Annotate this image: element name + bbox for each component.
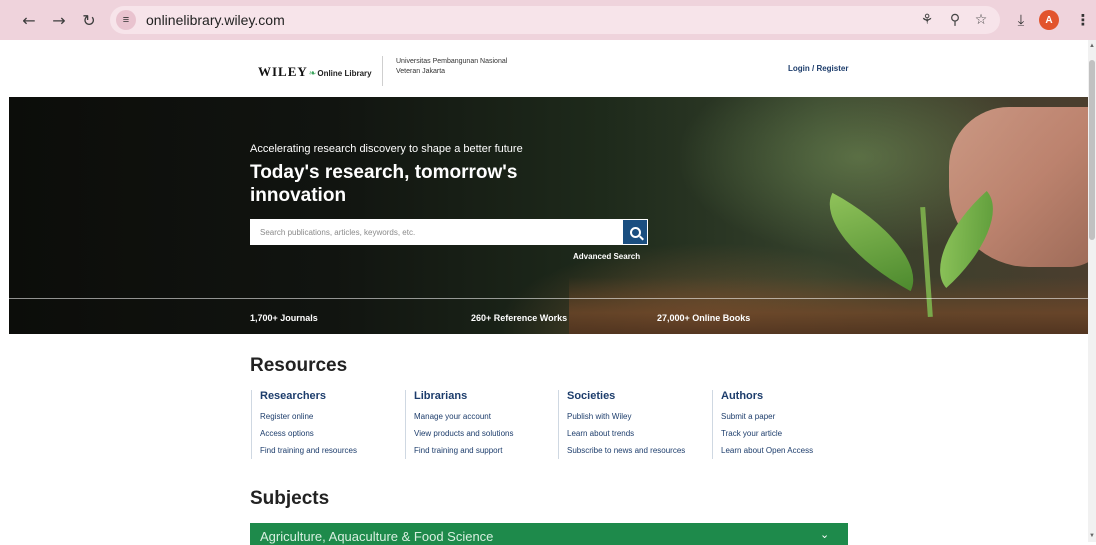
stat-reference-works[interactable]: 260+ Reference Works [471,313,567,323]
hero-banner: Accelerating research discovery to shape… [9,97,1088,334]
wiley-logo[interactable]: WILEY ❧ Online Library [258,64,372,80]
resources-column-librarians: Librarians Manage your account View prod… [405,390,555,459]
scroll-down-icon[interactable]: ▼ [1088,532,1096,540]
scroll-up-icon[interactable]: ▲ [1088,42,1096,50]
address-bar[interactable]: ≡ onlinelibrary.wiley.com ⚘ ⚲ ☆ [110,6,1000,34]
resource-link[interactable]: Track your article [721,425,862,442]
resource-link[interactable]: Submit a paper [721,408,862,425]
search-button[interactable] [622,219,648,245]
stat-journals[interactable]: 1,700+ Journals [250,313,318,323]
hero-tagline: Accelerating research discovery to shape… [250,143,523,155]
resource-link[interactable]: View products and solutions [414,425,555,442]
chevron-down-icon: ⌄ [820,528,830,541]
url-text[interactable]: onlinelibrary.wiley.com [146,12,285,28]
resources-heading: Resources [250,355,348,376]
search-input[interactable] [250,219,622,245]
hero-soil-graphic [569,277,1088,334]
resources-column-authors: Authors Submit a paper Track your articl… [712,390,862,459]
bookmark-star-icon[interactable]: ☆ [972,11,990,29]
advanced-search-link[interactable]: Advanced Search [573,252,640,261]
search-icon [629,226,641,238]
subjects-heading: Subjects [250,488,330,509]
resource-link[interactable]: Publish with Wiley [567,408,708,425]
column-heading[interactable]: Societies [567,390,708,402]
resource-link[interactable]: Learn about Open Access [721,442,862,459]
header-divider [382,56,383,86]
back-arrow-icon[interactable]: ← [16,7,42,33]
download-icon[interactable]: ⤓ [1010,9,1032,31]
resource-link[interactable]: Learn about trends [567,425,708,442]
login-register-link[interactable]: Login / Register [788,64,848,73]
site-settings-icon[interactable]: ≡ [116,10,136,30]
hero-title: Today's research, tomorrow's innovation [250,162,518,206]
institution-name: Universitas Pembangunan Nasional Veteran… [396,58,508,75]
stat-online-books[interactable]: 27,000+ Online Books [657,313,750,323]
browser-toolbar: ← → ↻ ≡ onlinelibrary.wiley.com ⚘ ⚲ ☆ ⤓ … [0,0,1096,40]
logo-wordmark: WILEY [258,64,308,79]
column-heading[interactable]: Librarians [414,390,555,402]
scrollbar-thumb[interactable] [1089,60,1095,240]
page-scrollbar[interactable]: ▲ ▼ [1088,40,1096,542]
resource-link[interactable]: Subscribe to news and resources [567,442,708,459]
reload-icon[interactable]: ↻ [76,7,102,33]
resource-link[interactable]: Manage your account [414,408,555,425]
site-header: WILEY ❧ Online Library Universitas Pemba… [0,40,1088,97]
profile-avatar[interactable]: A [1039,10,1059,30]
resources-column-societies: Societies Publish with Wiley Learn about… [558,390,708,459]
resource-link[interactable]: Find training and resources [260,442,401,459]
resources-column-researchers: Researchers Register online Access optio… [251,390,401,459]
stats-divider [9,298,1088,299]
leaf-icon: ❧ [308,68,317,78]
forward-arrow-icon[interactable]: → [46,7,72,33]
resource-link[interactable]: Access options [260,425,401,442]
column-heading[interactable]: Researchers [260,390,401,402]
zoom-icon[interactable]: ⚲ [946,11,964,29]
column-heading[interactable]: Authors [721,390,862,402]
password-key-icon[interactable]: ⚘ [918,11,936,29]
logo-subtitle: Online Library [317,69,372,78]
resource-link[interactable]: Register online [260,408,401,425]
search-field[interactable] [250,219,622,245]
resource-link[interactable]: Find training and support [414,442,555,459]
kebab-menu-icon[interactable]: ⋮ [1072,9,1094,31]
